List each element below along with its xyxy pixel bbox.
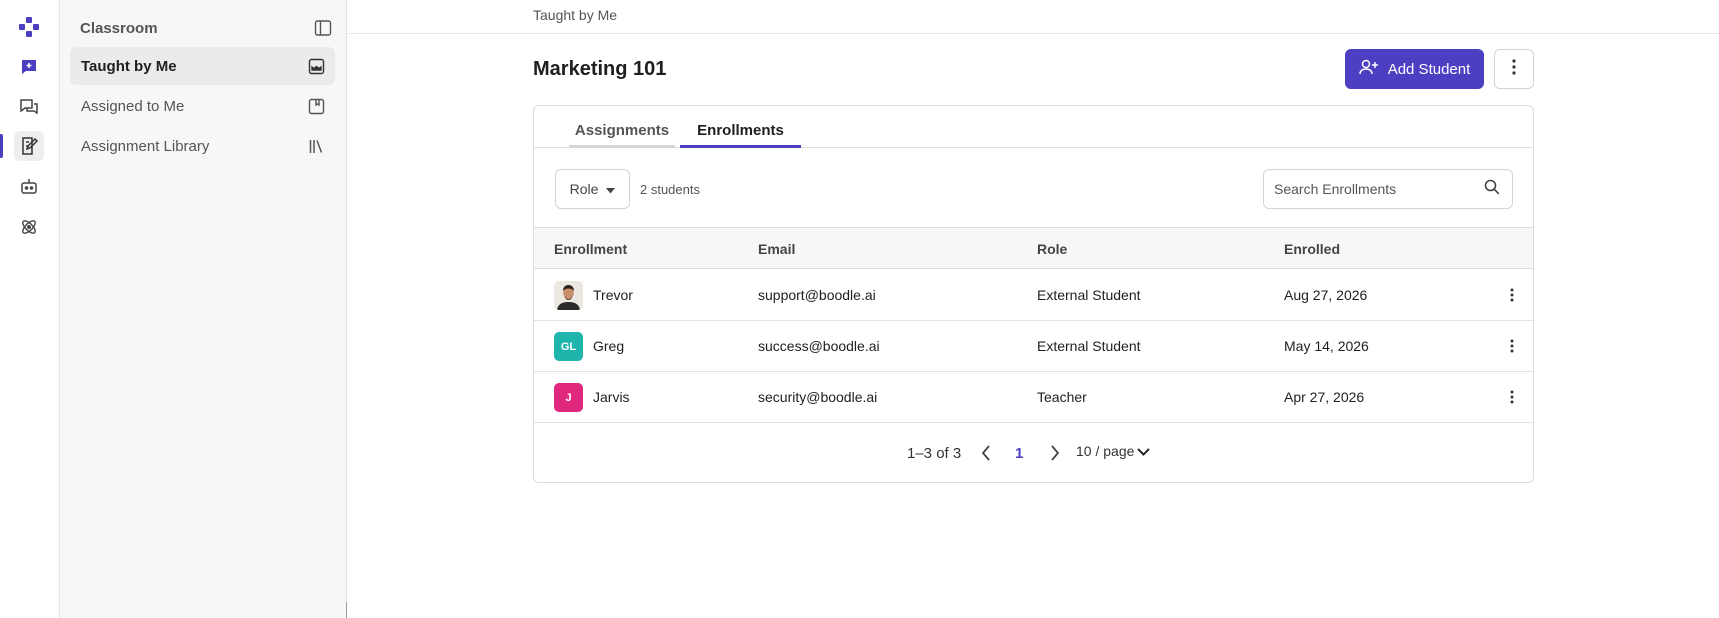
tab-enrollments[interactable]: Enrollments xyxy=(680,122,801,148)
page-size-select[interactable]: 10 / page xyxy=(1076,443,1151,459)
page-title: Marketing 101 xyxy=(533,58,667,80)
search-icon[interactable] xyxy=(1484,179,1500,200)
icon-rail xyxy=(0,0,60,618)
enrollments-card: Assignments Enrollments Role 2 students xyxy=(533,105,1534,483)
sidebar-header: Classroom xyxy=(80,18,332,38)
sidebar-resize-handle[interactable] xyxy=(346,602,347,618)
new-chat-icon[interactable] xyxy=(14,52,44,82)
chats-icon[interactable] xyxy=(14,92,44,122)
tab-bar: Assignments Enrollments xyxy=(534,106,1533,148)
add-student-button[interactable]: Add Student xyxy=(1345,49,1484,89)
table-row[interactable]: Trevor support@boodle.ai External Studen… xyxy=(534,270,1533,321)
add-student-label: Add Student xyxy=(1387,60,1471,78)
filter-row: Role 2 students xyxy=(534,148,1533,233)
caret-down-icon xyxy=(606,181,616,197)
row-more-icon[interactable] xyxy=(1501,385,1523,409)
role-filter-dropdown[interactable]: Role xyxy=(555,169,630,209)
pagination-range: 1–3 of 3 xyxy=(907,445,962,462)
active-indicator xyxy=(0,134,3,158)
classroom-sidebar: Classroom Taught by Me Assigned to Me As… xyxy=(60,0,347,618)
atom-icon[interactable] xyxy=(14,212,44,242)
chevron-right-icon[interactable] xyxy=(1046,443,1064,463)
enrollment-date: May 14, 2026 xyxy=(1284,338,1369,354)
bot-icon[interactable] xyxy=(14,172,44,202)
sidebar-item-assignment-library[interactable]: Assignment Library xyxy=(70,127,335,165)
sidebar-item-label: Assignment Library xyxy=(81,137,210,155)
enrollment-role: External Student xyxy=(1037,338,1141,354)
more-options-button[interactable] xyxy=(1494,49,1534,89)
classroom-icon[interactable] xyxy=(14,131,44,161)
table-row[interactable]: GL Greg success@boodle.ai External Stude… xyxy=(534,321,1533,372)
collapse-sidebar-icon[interactable] xyxy=(314,19,332,37)
tab-label: Enrollments xyxy=(697,122,784,139)
inbox-icon xyxy=(307,57,325,75)
enrollment-role: External Student xyxy=(1037,287,1141,303)
row-more-icon[interactable] xyxy=(1501,283,1523,307)
add-user-icon xyxy=(1358,58,1379,80)
enrollment-name: Jarvis xyxy=(593,389,630,405)
row-more-icon[interactable] xyxy=(1501,334,1523,358)
column-header-email[interactable]: Email xyxy=(758,241,795,257)
sidebar-item-taught-by-me[interactable]: Taught by Me xyxy=(70,47,335,85)
search-input[interactable] xyxy=(1274,181,1484,197)
column-header-role[interactable]: Role xyxy=(1037,241,1067,257)
avatar: J xyxy=(554,383,583,412)
library-icon xyxy=(307,137,325,155)
avatar xyxy=(554,281,583,310)
table-row[interactable]: J Jarvis security@boodle.ai Teacher Apr … xyxy=(534,372,1533,423)
student-count: 2 students xyxy=(640,182,700,197)
sidebar-title: Classroom xyxy=(80,19,158,37)
chevron-left-icon[interactable] xyxy=(977,443,995,463)
enrollment-date: Aug 27, 2026 xyxy=(1284,287,1368,303)
enrollment-email: support@boodle.ai xyxy=(758,287,876,303)
sidebar-item-label: Taught by Me xyxy=(81,57,177,75)
page-size-label: 10 / page xyxy=(1076,443,1135,459)
enrollment-date: Apr 27, 2026 xyxy=(1284,389,1365,405)
table-header: Enrollment Email Role Enrolled xyxy=(534,227,1533,269)
column-header-enrollment[interactable]: Enrollment xyxy=(554,241,627,257)
enrollment-role: Teacher xyxy=(1037,389,1087,405)
top-bar: Taught by Me xyxy=(348,0,1719,34)
pagination: 1–3 of 3 1 10 / page xyxy=(534,422,1533,482)
column-header-enrolled[interactable]: Enrolled xyxy=(1284,241,1340,257)
search-box xyxy=(1263,169,1513,209)
tab-assignments[interactable]: Assignments xyxy=(569,122,675,148)
chevron-down-icon xyxy=(1137,443,1151,459)
avatar: GL xyxy=(554,332,583,361)
enrollment-email: success@boodle.ai xyxy=(758,338,880,354)
enrollment-email: security@boodle.ai xyxy=(758,389,878,405)
more-vertical-icon xyxy=(1512,58,1516,80)
sidebar-item-assigned-to-me[interactable]: Assigned to Me xyxy=(70,87,335,125)
breadcrumb[interactable]: Taught by Me xyxy=(533,7,617,23)
bookmark-icon xyxy=(307,97,325,115)
role-filter-label: Role xyxy=(569,181,599,197)
enrollment-name: Trevor xyxy=(593,287,633,303)
sidebar-item-label: Assigned to Me xyxy=(81,97,185,115)
page-number[interactable]: 1 xyxy=(1015,445,1023,462)
logo-icon[interactable] xyxy=(14,12,44,42)
tab-label: Assignments xyxy=(574,122,670,139)
enrollment-name: Greg xyxy=(593,338,625,354)
